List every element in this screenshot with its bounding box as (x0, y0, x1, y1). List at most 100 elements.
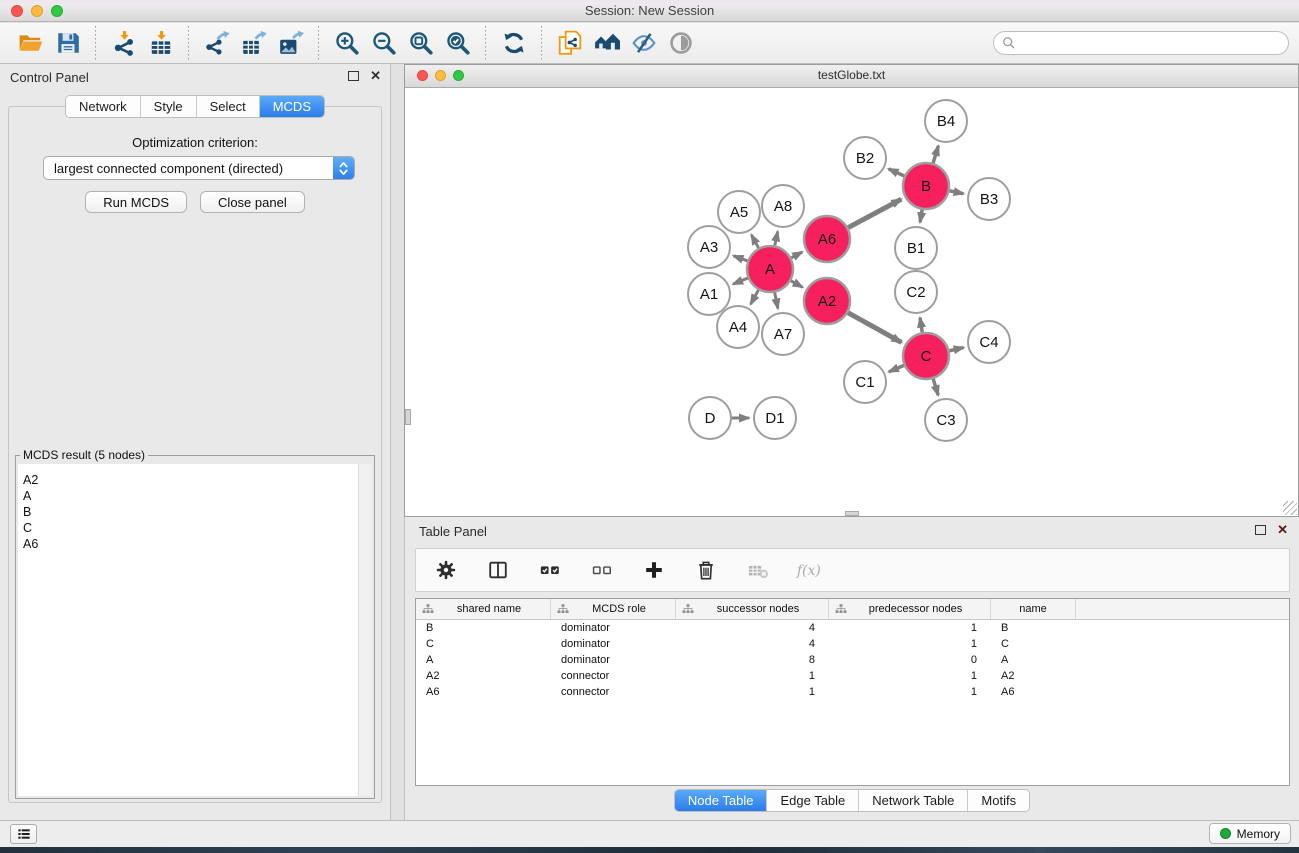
edge-A-A5[interactable] (751, 235, 759, 249)
export-network-button[interactable] (198, 27, 235, 59)
graph-node-A6[interactable]: A6 (804, 216, 850, 262)
table-row[interactable]: Adominator80A (416, 652, 1289, 668)
show-column-panel-button[interactable] (484, 557, 512, 583)
graph-node-A4[interactable]: A4 (717, 306, 759, 348)
tab-select[interactable]: Select (197, 96, 260, 117)
task-history-button[interactable] (10, 824, 37, 844)
network-graph[interactable]: B4 B2 B B3 A8A5 A6 A3 B1 A C2 A1 A2 A4A7 C4 C C1 C3 D D1 (405, 88, 1298, 516)
graph-node-A3[interactable]: A3 (688, 226, 730, 268)
show-graphics-details-button[interactable] (662, 27, 699, 59)
column-header-MCDS-role[interactable]: MCDS role (551, 599, 676, 619)
delete-button[interactable] (692, 557, 720, 583)
tab-network-table[interactable]: Network Table (859, 790, 968, 811)
graph-node-B1[interactable]: B1 (895, 227, 937, 269)
network-close-icon[interactable] (417, 70, 428, 81)
tab-network[interactable]: Network (66, 96, 141, 117)
graph-node-A[interactable]: A (747, 246, 793, 292)
graph-node-B4[interactable]: B4 (925, 100, 967, 142)
graph-node-C1[interactable]: C1 (844, 361, 886, 403)
edge-B-B1[interactable] (920, 209, 922, 223)
edge-A-A1[interactable] (733, 278, 749, 284)
edge-A-A3[interactable] (734, 256, 749, 261)
network-minimize-icon[interactable] (435, 70, 446, 81)
search-input[interactable] (1016, 33, 1288, 53)
graph-node-C[interactable]: C (903, 333, 949, 379)
edge-C-C2[interactable] (920, 318, 922, 334)
network-from-clipboard-button[interactable] (551, 27, 588, 59)
edge-A-A2[interactable] (790, 280, 803, 287)
close-panel-icon[interactable]: ✕ (370, 71, 381, 81)
column-header-shared-name[interactable]: shared name (416, 599, 551, 619)
graph-node-D[interactable]: D (689, 397, 731, 439)
tab-edge-table[interactable]: Edge Table (767, 790, 859, 811)
graph-node-D1[interactable]: D1 (754, 397, 796, 439)
zoom-fit-button[interactable] (402, 27, 439, 59)
mcds-result-item[interactable]: B (18, 504, 372, 520)
float-table-panel-icon[interactable] (1255, 525, 1266, 535)
graph-node-B[interactable]: B (903, 163, 949, 209)
float-panel-icon[interactable] (348, 71, 359, 81)
network-canvas[interactable]: B4 B2 B B3 A8A5 A6 A3 B1 A C2 A1 A2 A4A7 C4 C C1 C3 D D1 (405, 88, 1298, 516)
edge-A6-B[interactable] (847, 199, 901, 228)
search-box[interactable] (993, 31, 1289, 55)
graph-node-A8[interactable]: A8 (762, 185, 804, 227)
edge-A2-C[interactable] (847, 312, 901, 342)
zoom-in-button[interactable] (328, 27, 365, 59)
edge-A-A8[interactable] (775, 232, 778, 247)
save-session-button[interactable] (49, 27, 86, 59)
zoom-selected-button[interactable] (439, 27, 476, 59)
tab-node-table[interactable]: Node Table (675, 790, 768, 811)
tab-motifs[interactable]: Motifs (968, 790, 1029, 811)
column-header-successor-nodes[interactable]: successor nodes (676, 599, 829, 619)
hide-graphics-details-button[interactable] (625, 27, 662, 59)
open-session-button[interactable] (12, 27, 49, 59)
graph-node-C4[interactable]: C4 (968, 321, 1010, 363)
canvas-bottom-handle[interactable] (845, 511, 859, 516)
edge-C-C3[interactable] (933, 378, 938, 395)
close-panel-button[interactable]: Close panel (200, 191, 305, 213)
add-row-button[interactable] (640, 557, 668, 583)
edge-A-A6[interactable] (790, 252, 802, 258)
edge-C-C1[interactable] (889, 365, 905, 372)
edge-B-B2[interactable] (889, 169, 906, 177)
graph-node-B3[interactable]: B3 (968, 178, 1010, 220)
mcds-result-item[interactable]: C (18, 520, 372, 536)
import-network-button[interactable] (105, 27, 142, 59)
edge-A-A4[interactable] (751, 289, 759, 304)
home-button[interactable] (588, 27, 625, 59)
edge-C-C4[interactable] (949, 348, 964, 351)
canvas-left-handle[interactable] (405, 409, 411, 425)
run-mcds-button[interactable]: Run MCDS (85, 191, 187, 213)
network-zoom-icon[interactable] (453, 70, 464, 81)
deselect-all-button[interactable] (588, 557, 616, 583)
close-table-panel-icon[interactable]: ✕ (1277, 525, 1288, 535)
mcds-result-item[interactable]: A2 (18, 464, 372, 488)
network-window-titlebar[interactable]: testGlobe.txt (405, 65, 1298, 88)
graph-node-B2[interactable]: B2 (844, 137, 886, 179)
export-image-button[interactable] (272, 27, 309, 59)
export-table-button[interactable] (235, 27, 272, 59)
graph-node-C3[interactable]: C3 (925, 399, 967, 441)
graph-node-A7[interactable]: A7 (762, 313, 804, 355)
table-row[interactable]: A6connector11A6 (416, 684, 1289, 700)
graph-node-C2[interactable]: C2 (895, 271, 937, 313)
column-header-name[interactable]: name (991, 599, 1076, 619)
edge-B-B4[interactable] (933, 146, 939, 164)
resize-grip[interactable] (1283, 501, 1297, 515)
tab-mcds[interactable]: MCDS (260, 96, 324, 117)
select-all-button[interactable] (536, 557, 564, 583)
graph-node-A5[interactable]: A5 (718, 191, 760, 233)
graph-node-A1[interactable]: A1 (688, 273, 730, 315)
optimization-criterion-select[interactable]: largest connected component (directed) (43, 156, 355, 180)
edge-B-B3[interactable] (949, 191, 964, 194)
table-row[interactable]: Cdominator41C (416, 636, 1289, 652)
table-settings-button[interactable] (432, 557, 460, 583)
import-table-button[interactable] (142, 27, 179, 59)
result-scrollbar[interactable] (358, 464, 372, 796)
memory-button[interactable]: Memory (1209, 823, 1291, 844)
graph-node-A2[interactable]: A2 (804, 278, 850, 324)
table-row[interactable]: A2connector11A2 (416, 668, 1289, 684)
mcds-result-item[interactable]: A (18, 488, 372, 504)
zoom-out-button[interactable] (365, 27, 402, 59)
refresh-view-button[interactable] (495, 27, 532, 59)
